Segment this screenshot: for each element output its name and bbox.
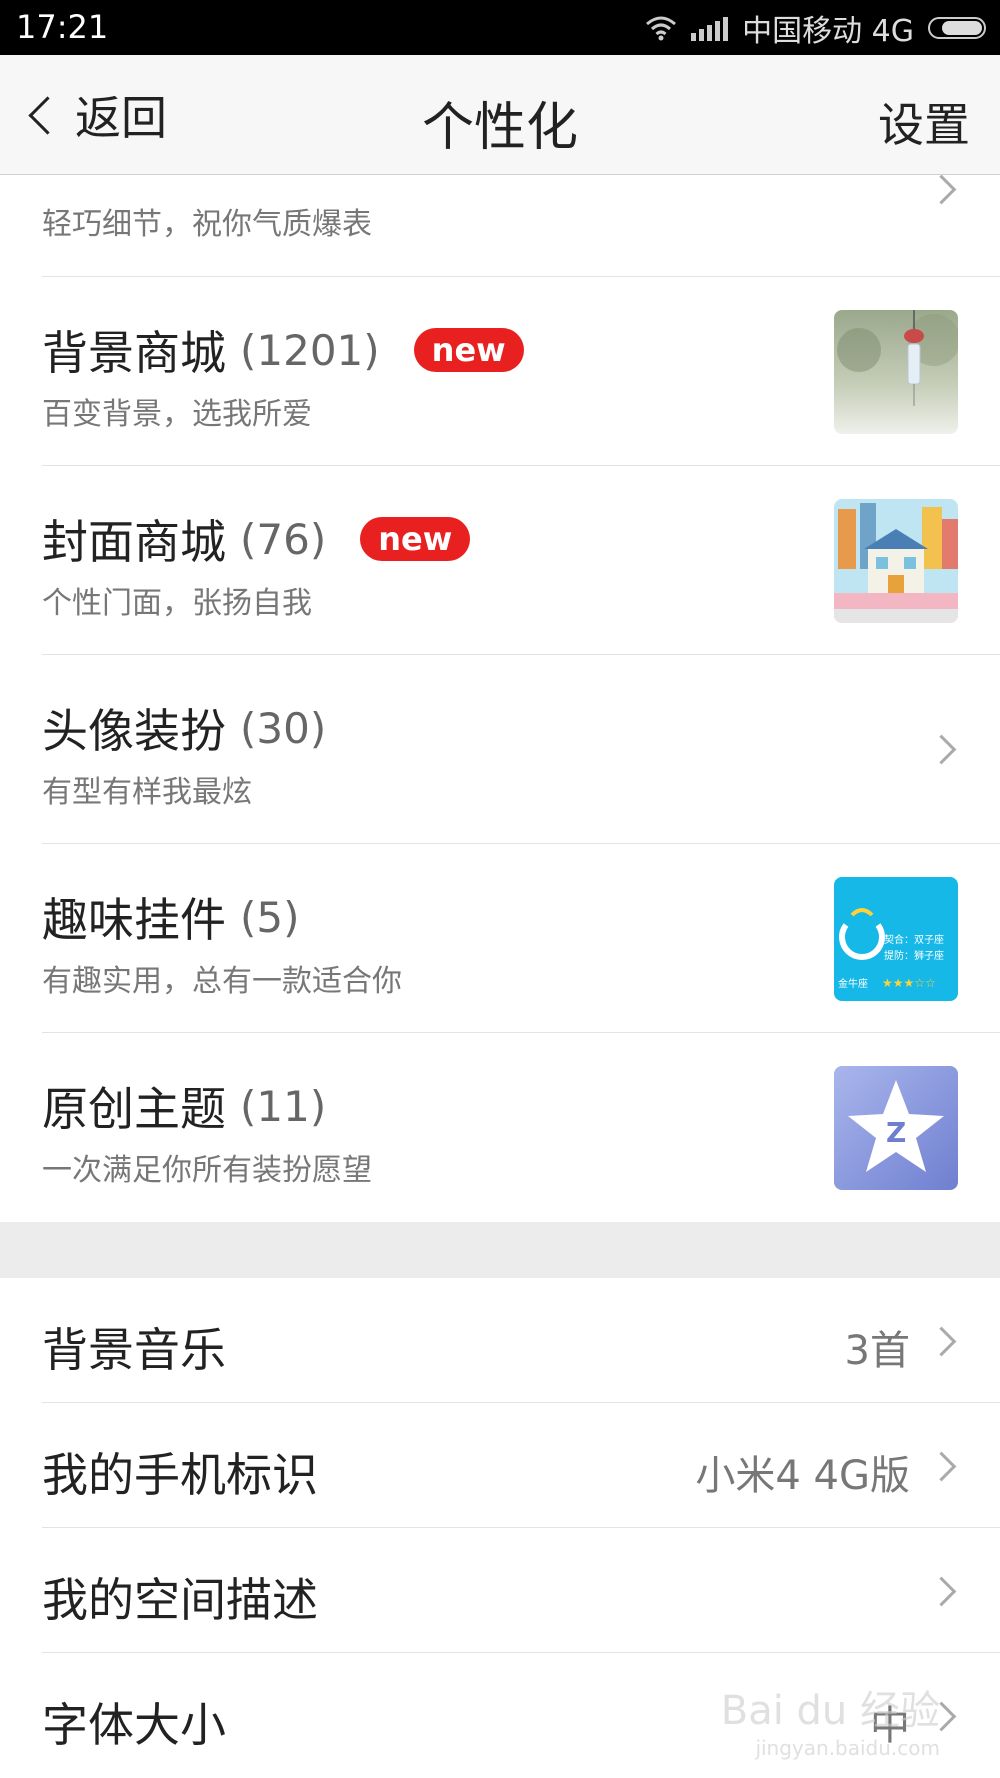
- status-indicators: 中国移动 4G: [645, 8, 986, 49]
- item-subtitle: 有趣实用，总有一款适合你: [42, 964, 402, 999]
- pendant-line2: 提防：狮子座: [884, 949, 944, 962]
- pendant-thumbnail: 契合：双子座 提防：狮子座 金牛座 ★★★☆☆: [834, 877, 958, 1001]
- chevron-right-icon: [926, 1576, 957, 1607]
- section-separator: [0, 1222, 1000, 1278]
- list-item-background-music[interactable]: 背景音乐 3首: [42, 1278, 1000, 1403]
- wifi-icon: [646, 16, 677, 41]
- settings-button[interactable]: 设置: [878, 89, 970, 155]
- item-value: 小米4 4G版: [695, 1453, 910, 1499]
- carrier-label: 中国移动 4G: [742, 14, 914, 49]
- list-item-partial[interactable]: 轻巧细节，祝你气质爆表: [42, 174, 1000, 277]
- pendant-sign: 金牛座: [838, 977, 868, 990]
- store-list: 轻巧细节，祝你气质爆表 背景商城 (1201) new 百变背景，选我所爱 封面…: [0, 174, 1000, 1222]
- theme-thumbnail: Z: [834, 1066, 958, 1190]
- item-title: 头像装扮: [42, 704, 226, 758]
- status-time: 17:21: [16, 8, 109, 46]
- list-item-pendant[interactable]: 趣味挂件 (5) 有趣实用，总有一款适合你 契合：双子座 提防：狮子座 金牛座 …: [42, 844, 1000, 1033]
- item-title: 我的手机标识: [42, 1448, 318, 1502]
- chevron-right-icon: [926, 734, 957, 765]
- watermark-url: jingyan.baidu.com: [755, 1736, 940, 1760]
- background-thumbnail: [834, 310, 958, 434]
- item-subtitle: 一次满足你所有装扮愿望: [42, 1153, 372, 1188]
- item-title: 背景商城: [42, 326, 226, 380]
- list-item-space-description[interactable]: 我的空间描述: [42, 1528, 1000, 1653]
- list-item-theme[interactable]: 原创主题 (11) 一次满足你所有装扮愿望 Z: [42, 1033, 1000, 1222]
- nav-bar: 返回 个性化 设置: [0, 55, 1000, 175]
- item-subtitle: 轻巧细节，祝你气质爆表: [42, 207, 372, 242]
- item-subtitle: 有型有样我最炫: [42, 775, 252, 810]
- pendant-stars: ★★★☆☆: [882, 976, 936, 990]
- item-subtitle: 个性门面，张扬自我: [42, 586, 312, 621]
- item-count: (5): [240, 892, 300, 942]
- item-title: 封面商城: [42, 515, 226, 569]
- item-subtitle: 百变背景，选我所爱: [42, 397, 312, 432]
- chevron-right-icon: [926, 1451, 957, 1482]
- watermark-text: Bai du 经验: [720, 1688, 940, 1734]
- new-badge: new: [360, 517, 471, 561]
- item-title: 字体大小: [42, 1698, 226, 1752]
- item-count: (11): [240, 1081, 327, 1131]
- page-title: 个性化: [421, 98, 578, 158]
- item-value: 3首: [844, 1328, 910, 1374]
- new-badge: new: [413, 328, 524, 372]
- battery-icon: [928, 17, 986, 39]
- item-count: (30): [240, 703, 327, 753]
- list-item-phone-label[interactable]: 我的手机标识 小米4 4G版: [42, 1403, 1000, 1528]
- item-title: 我的空间描述: [42, 1573, 318, 1627]
- cover-thumbnail: [834, 499, 958, 623]
- star-z-icon: Z: [886, 1116, 906, 1149]
- item-title: 背景音乐: [42, 1323, 226, 1377]
- chevron-right-icon: [926, 1326, 957, 1357]
- signal-icon: [691, 15, 729, 41]
- item-count: (1201): [240, 325, 380, 375]
- status-bar: 17:21 中国移动 4G: [0, 0, 1000, 55]
- watermark: Bai du 经验 jingyan.baidu.com: [721, 1678, 940, 1760]
- list-item-avatar[interactable]: 头像装扮 (30) 有型有样我最炫: [42, 655, 1000, 844]
- item-title: 趣味挂件: [42, 893, 226, 947]
- item-count: (76): [240, 514, 327, 564]
- chevron-right-icon: [926, 174, 957, 205]
- item-title: 原创主题: [42, 1082, 226, 1136]
- list-item-cover-store[interactable]: 封面商城 (76) new 个性门面，张扬自我: [42, 466, 1000, 655]
- pendant-line1: 契合：双子座: [884, 933, 944, 946]
- list-item-background-store[interactable]: 背景商城 (1201) new 百变背景，选我所爱: [42, 277, 1000, 466]
